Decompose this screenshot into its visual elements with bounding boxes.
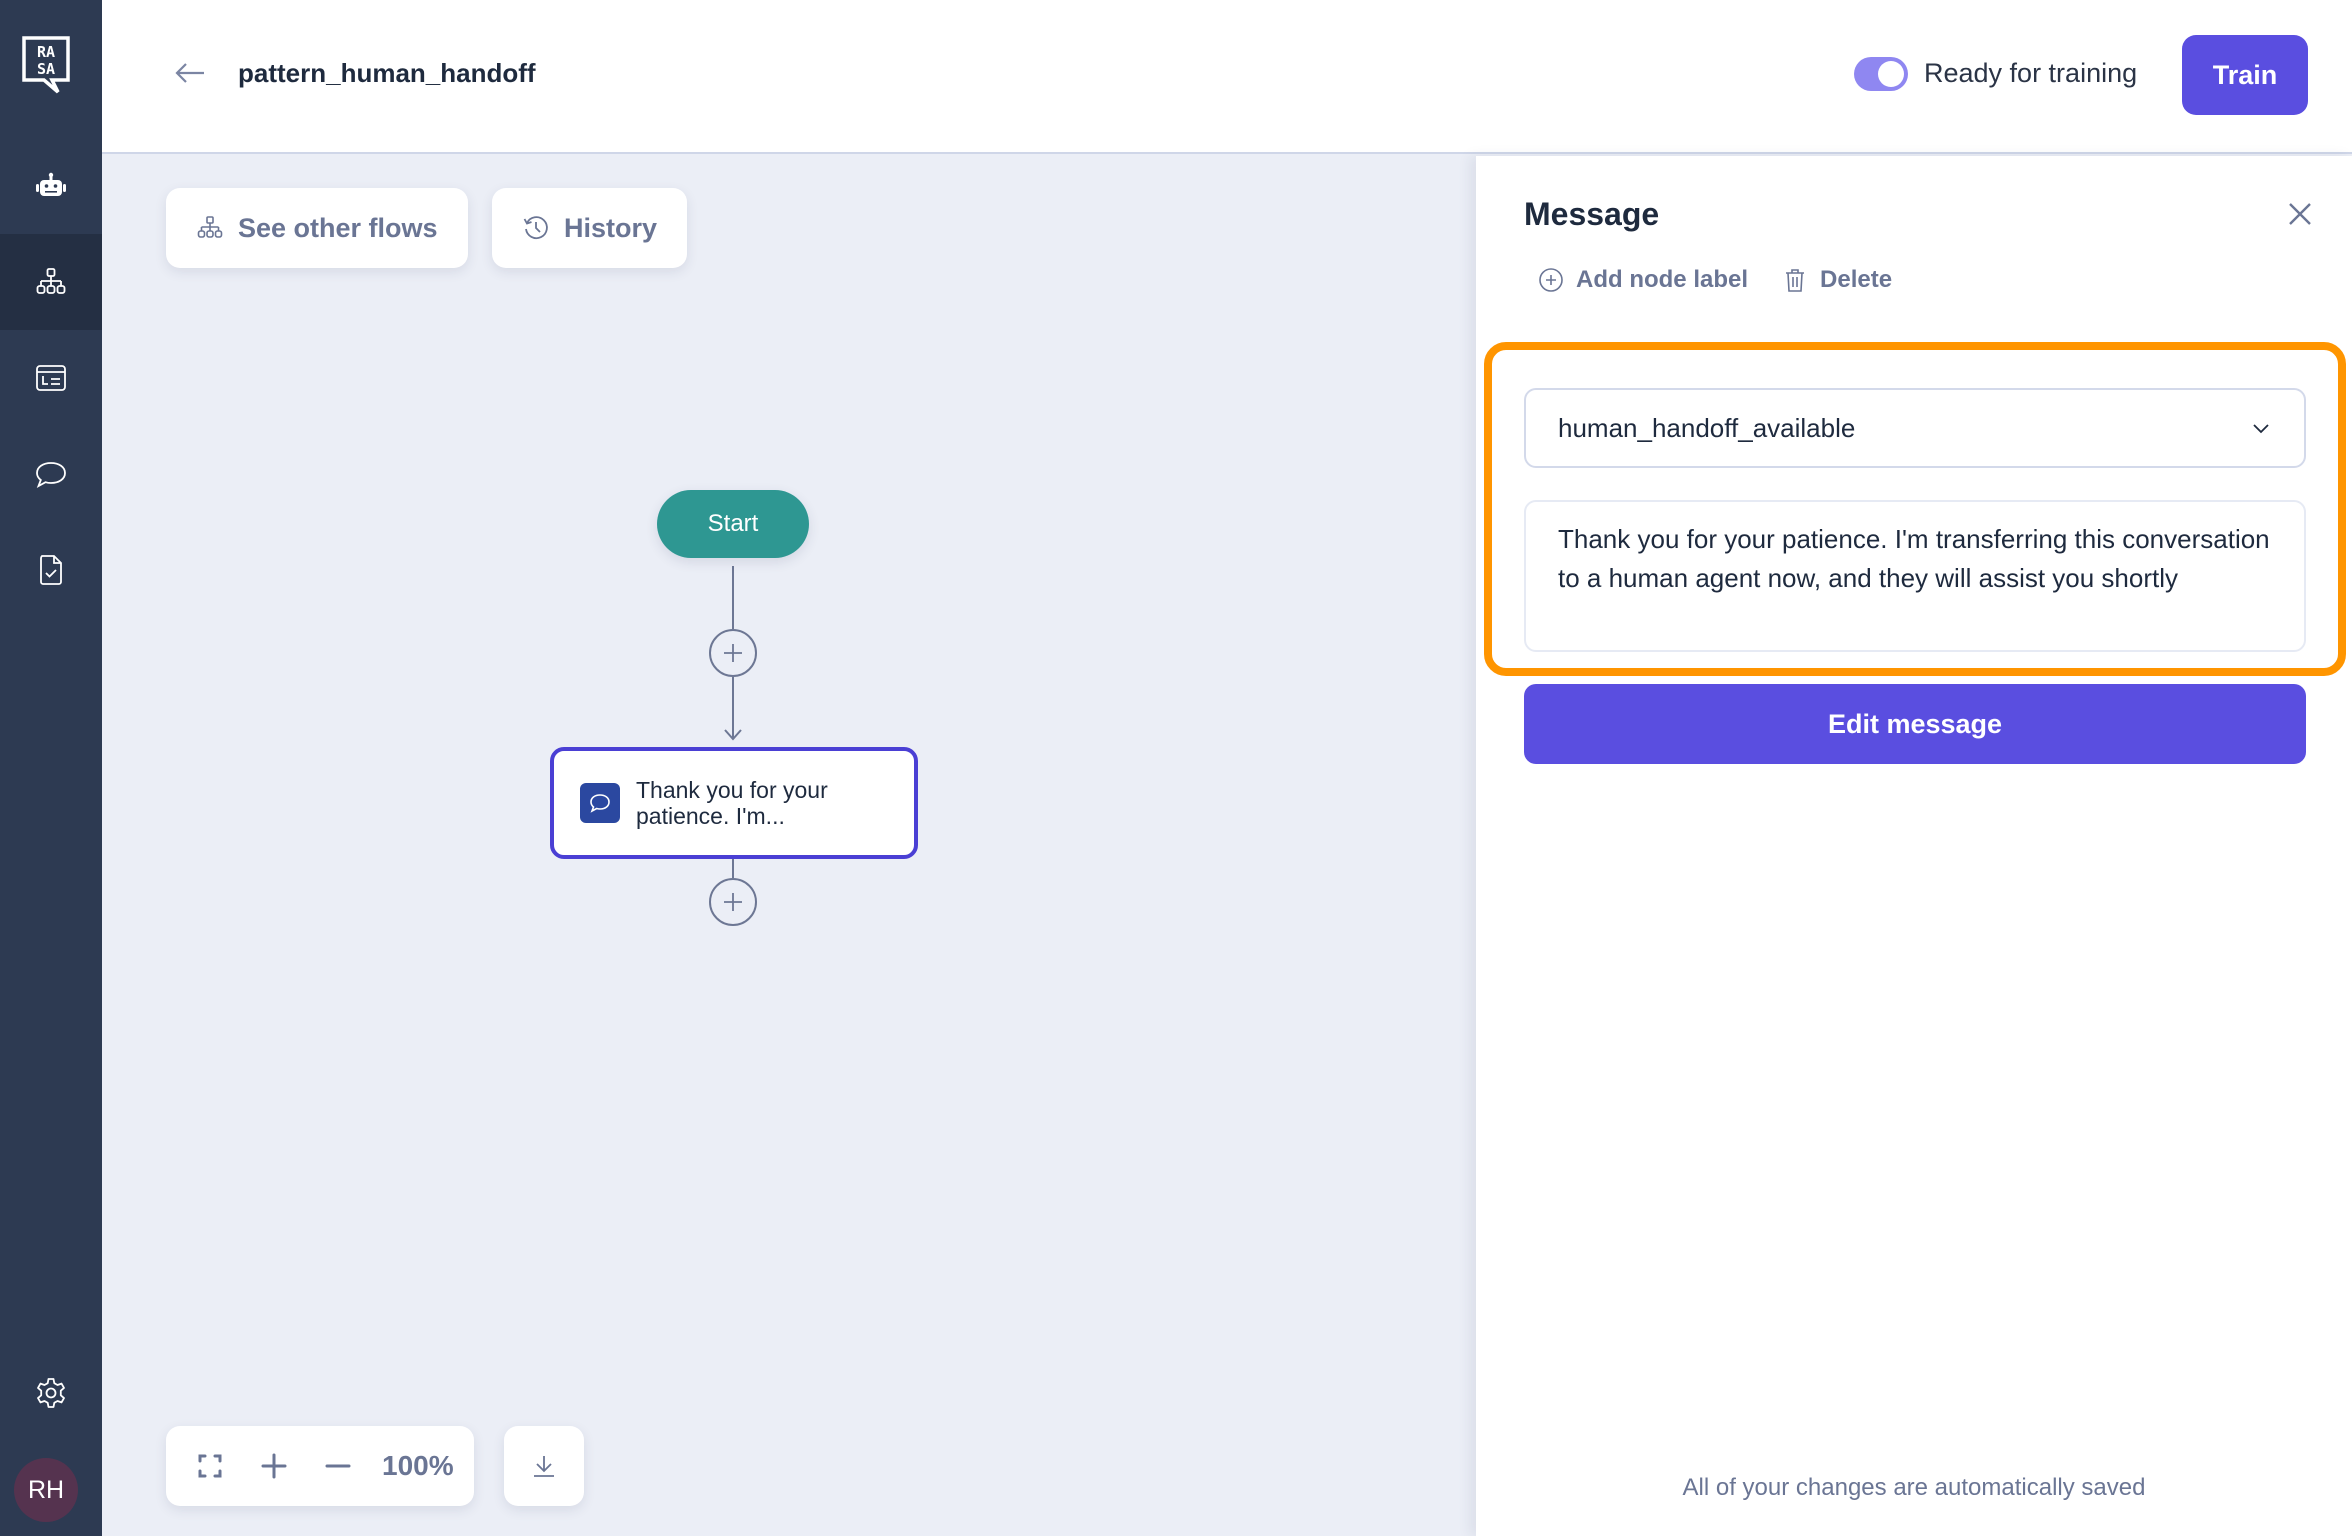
flow-title: pattern_human_handoff (238, 58, 536, 88)
message-node-text: Thank you for your patience. I'm... (636, 777, 828, 829)
chevron-down-icon (2253, 424, 2269, 434)
sidebar-item-tests[interactable] (0, 522, 102, 618)
message-text-field[interactable]: Thank you for your patience. I'm transfe… (1524, 500, 2306, 652)
zoom-controls: 100% (166, 1426, 474, 1506)
zoom-out-button[interactable] (318, 1446, 358, 1486)
edit-message-button[interactable]: Edit message (1524, 684, 2306, 764)
panel-actions: Add node label Delete (1538, 266, 1892, 294)
delete-button[interactable]: Delete (1782, 266, 1892, 294)
ready-for-training-label: Ready for training (1924, 58, 2138, 88)
plus-icon (261, 1453, 287, 1479)
sidebar-item-assistant[interactable] (0, 139, 102, 235)
add-node-label-button[interactable]: Add node label (1538, 266, 1748, 294)
fullscreen-icon (198, 1454, 222, 1478)
history-label: History (564, 212, 658, 243)
zoom-in-button[interactable] (254, 1446, 294, 1486)
plus-circle-icon (1539, 268, 1563, 292)
sidebar-item-conversations[interactable] (0, 426, 102, 522)
svg-text:RA: RA (37, 43, 55, 61)
message-panel: Message Add node label Delete human_hand… (1476, 156, 2352, 1536)
sidebar: RA SA RH (0, 0, 102, 1536)
close-panel-button[interactable] (2282, 196, 2318, 232)
response-select-value: human_handoff_available (1558, 412, 1856, 443)
response-select[interactable]: human_handoff_available (1524, 388, 2306, 468)
toggle-knob (1878, 61, 1904, 87)
delete-text: Delete (1820, 266, 1893, 293)
autosave-note: All of your changes are automatically sa… (1682, 1474, 2146, 1501)
back-button[interactable] (172, 58, 208, 88)
history-button[interactable]: History (492, 188, 688, 268)
gear-icon (37, 1378, 65, 1408)
panel-title: Message (1524, 196, 1660, 232)
rasa-logo[interactable]: RA SA (22, 36, 70, 94)
message-node[interactable]: Thank you for your patience. I'm... (550, 747, 918, 859)
responses-icon (36, 365, 66, 391)
sidebar-item-responses[interactable] (0, 330, 102, 426)
add-step-button[interactable] (709, 878, 757, 926)
flow-tree-icon (197, 216, 223, 238)
zoom-level: 100% (382, 1450, 454, 1481)
train-button[interactable]: Train (2182, 35, 2308, 115)
plus-icon (724, 893, 742, 911)
sidebar-item-settings[interactable] (0, 1345, 102, 1441)
trash-icon (1786, 269, 1805, 292)
add-step-button[interactable] (709, 629, 757, 677)
chat-bubble-icon (590, 794, 610, 813)
file-check-icon (40, 555, 62, 585)
ready-for-training-toggle[interactable] (1854, 57, 1908, 91)
top-bar: pattern_human_handoff Ready for training… (102, 0, 2352, 154)
chat-bubble-icon (36, 462, 66, 488)
message-node-icon (580, 783, 620, 823)
svg-text:SA: SA (37, 60, 55, 78)
close-icon (2289, 203, 2311, 225)
history-icon (523, 216, 548, 240)
start-node[interactable]: Start (657, 490, 809, 558)
download-icon (534, 1456, 554, 1477)
minus-icon (325, 1464, 351, 1468)
add-node-label-text: Add node label (1576, 266, 1749, 293)
download-button[interactable] (504, 1426, 584, 1506)
see-other-flows-button[interactable]: See other flows (166, 188, 468, 268)
sidebar-item-flows[interactable] (0, 234, 102, 330)
robot-icon (36, 172, 66, 196)
flow-canvas[interactable]: See other flows History Start Thank you … (102, 156, 1476, 1536)
see-other-flows-label: See other flows (238, 212, 438, 243)
flow-tree-icon (36, 268, 66, 294)
user-avatar[interactable]: RH (14, 1458, 78, 1522)
fit-view-button[interactable] (190, 1446, 230, 1486)
plus-icon (724, 644, 742, 662)
arrow-left-icon (175, 63, 204, 83)
